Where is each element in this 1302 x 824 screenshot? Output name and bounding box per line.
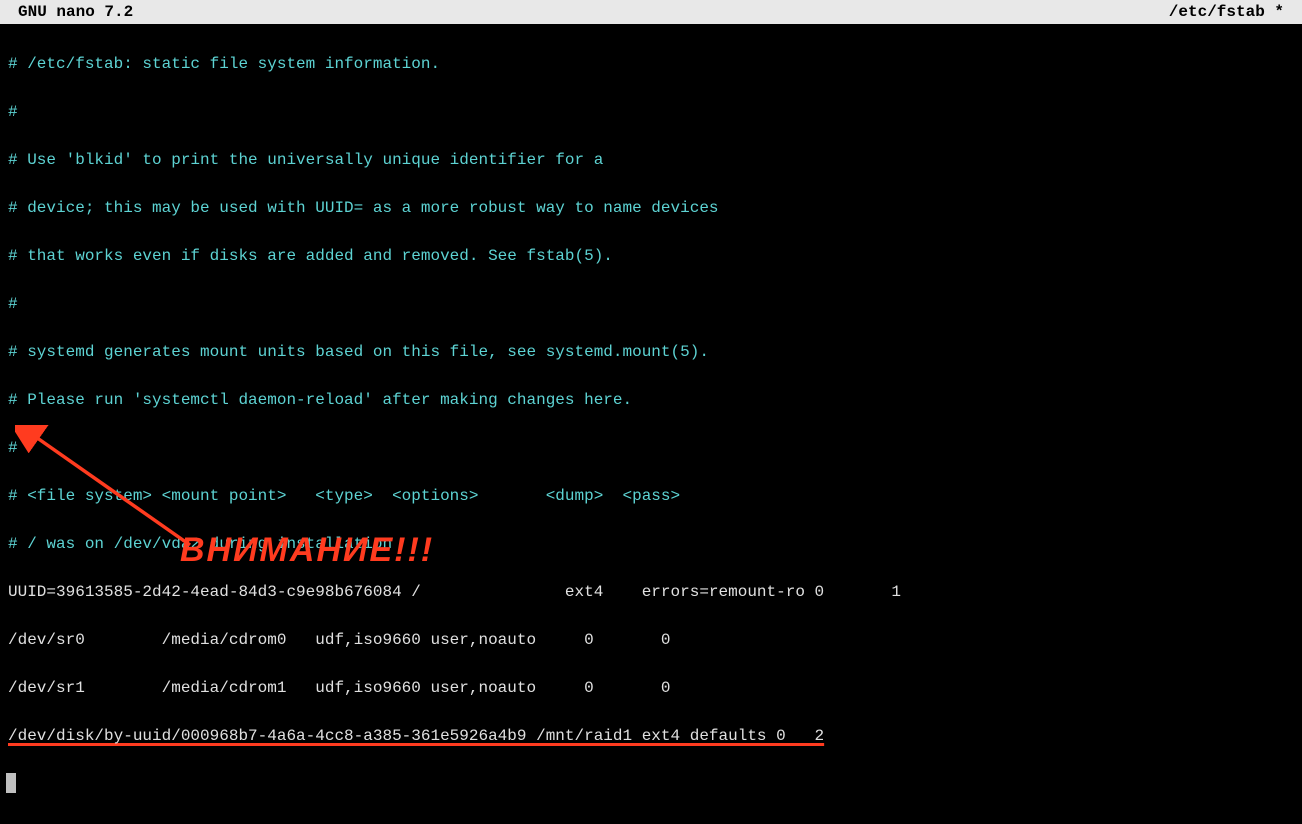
file-name: /etc/fstab *	[1169, 0, 1302, 24]
file-line: #	[8, 100, 1294, 124]
app-name: GNU nano 7.2	[0, 0, 133, 24]
file-line-highlighted: /dev/disk/by-uuid/000968b7-4a6a-4cc8-a38…	[8, 724, 1294, 748]
file-line: # Please run 'systemctl daemon-reload' a…	[8, 388, 1294, 412]
cursor-line	[8, 772, 1294, 796]
file-line: /dev/sr1 /media/cdrom1 udf,iso9660 user,…	[8, 676, 1294, 700]
file-line: #	[8, 292, 1294, 316]
file-line: # /etc/fstab: static file system informa…	[8, 52, 1294, 76]
file-line: # systemd generates mount units based on…	[8, 340, 1294, 364]
file-line: #	[8, 436, 1294, 460]
file-line: # device; this may be used with UUID= as…	[8, 196, 1294, 220]
title-bar: GNU nano 7.2 /etc/fstab *	[0, 0, 1302, 24]
file-line: # Use 'blkid' to print the universally u…	[8, 148, 1294, 172]
cursor	[6, 773, 16, 793]
file-line: # that works even if disks are added and…	[8, 244, 1294, 268]
file-line: # <file system> <mount point> <type> <op…	[8, 484, 1294, 508]
file-line: /dev/sr0 /media/cdrom0 udf,iso9660 user,…	[8, 628, 1294, 652]
file-line: UUID=39613585-2d42-4ead-84d3-c9e98b67608…	[8, 580, 1294, 604]
file-line: # / was on /dev/vda2 during installation	[8, 532, 1294, 556]
editor-content[interactable]: # /etc/fstab: static file system informa…	[0, 24, 1302, 824]
